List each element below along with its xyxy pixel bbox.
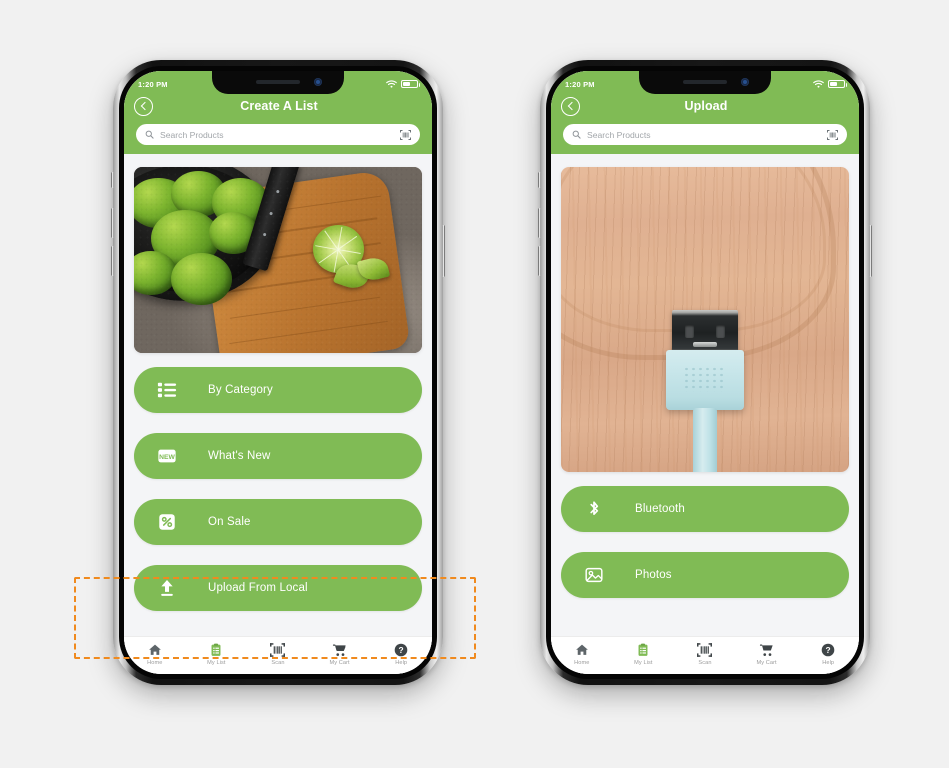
new-badge-icon: NEW (156, 445, 178, 467)
tab-my-list-label: My List (207, 660, 226, 666)
shopping-cart-icon (332, 642, 347, 658)
screenshot-canvas: Create A List Search Products By Categor… (0, 0, 949, 768)
bluetooth-label: Bluetooth (635, 503, 685, 515)
shopping-cart-icon (759, 642, 774, 658)
left-phone-screen: Create A List Search Products By Categor… (124, 71, 432, 674)
action-button-list: By Category NEW What's New On Sale Uploa… (134, 367, 422, 611)
whats-new-label: What's New (208, 450, 271, 462)
tab-my-cart-label: My Cart (756, 660, 777, 666)
phone-notch (212, 71, 344, 94)
app-body: Upload Search Products Bluetooth Photos … (551, 71, 859, 674)
tab-home[interactable]: Home (133, 642, 177, 666)
bluetooth-icon (583, 498, 605, 520)
clipboard-list-icon (209, 642, 223, 658)
status-time: 1:20 PM (138, 79, 168, 89)
svg-text:NEW: NEW (159, 454, 175, 461)
by-category-label: By Category (208, 384, 273, 396)
tab-help-label: Help (395, 660, 408, 666)
earpiece-speaker (256, 80, 300, 84)
tab-scan[interactable]: Scan (683, 642, 727, 666)
search-input[interactable]: Search Products (136, 124, 420, 145)
usb-cable-photo (561, 167, 849, 472)
right-phone-mockup: Upload Search Products Bluetooth Photos … (538, 60, 872, 685)
volume-up-button[interactable] (111, 208, 114, 238)
volume-down-button[interactable] (111, 246, 114, 276)
barcode-scan-icon (697, 642, 713, 658)
search-placeholder-text: Search Products (587, 129, 651, 140)
barcode-scan-icon (270, 642, 286, 658)
tab-scan[interactable]: Scan (256, 642, 300, 666)
bottom-tab-bar: Home My List Scan My Cart ? Help (124, 636, 432, 674)
photos-label: Photos (635, 569, 672, 581)
search-icon (572, 130, 581, 139)
barcode-scan-icon[interactable] (400, 129, 411, 140)
search-icon (145, 130, 154, 139)
question-help-icon: ? (394, 642, 408, 658)
phone-notch (639, 71, 771, 94)
photo-image-icon (583, 564, 605, 586)
search-input[interactable]: Search Products (563, 124, 847, 145)
search-placeholder-text: Search Products (160, 129, 224, 140)
barcode-scan-icon[interactable] (827, 129, 838, 140)
home-icon (575, 642, 589, 658)
left-phone-mockup: Create A List Search Products By Categor… (111, 60, 445, 685)
action-button-list: Bluetooth Photos (561, 486, 849, 598)
question-help-icon: ? (821, 642, 835, 658)
svg-text:?: ? (826, 645, 831, 655)
list-bullets-icon (156, 379, 178, 401)
scroll-content: By Category NEW What's New On Sale Uploa… (124, 154, 432, 636)
front-camera-icon (741, 78, 749, 86)
volume-down-button[interactable] (538, 246, 541, 276)
tab-my-list[interactable]: My List (194, 642, 238, 666)
tab-home-label: Home (147, 660, 163, 666)
tab-home[interactable]: Home (560, 642, 604, 666)
tab-my-cart-label: My Cart (329, 660, 350, 666)
silent-switch-button[interactable] (111, 172, 114, 188)
power-button[interactable] (442, 225, 445, 277)
status-time: 1:20 PM (565, 79, 595, 89)
page-title: Upload (684, 99, 728, 113)
volume-up-button[interactable] (538, 208, 541, 238)
tab-help[interactable]: ? Help (379, 642, 423, 666)
by-category-button[interactable]: By Category (134, 367, 422, 413)
tab-scan-label: Scan (271, 660, 285, 666)
upload-from-local-label: Upload From Local (208, 582, 308, 594)
right-phone-screen: Upload Search Products Bluetooth Photos … (551, 71, 859, 674)
on-sale-label: On Sale (208, 516, 251, 528)
tab-my-list-label: My List (634, 660, 653, 666)
earpiece-speaker (683, 80, 727, 84)
tab-help[interactable]: ? Help (806, 642, 850, 666)
bottom-tab-bar: Home My List Scan My Cart ? Help (551, 636, 859, 674)
battery-icon (828, 80, 847, 88)
upload-from-local-button[interactable]: Upload From Local (134, 565, 422, 611)
upload-arrow-icon (156, 577, 178, 599)
tab-my-list[interactable]: My List (621, 642, 665, 666)
page-title: Create A List (240, 99, 318, 113)
wifi-icon (386, 80, 397, 88)
scroll-content: Bluetooth Photos (551, 154, 859, 636)
tab-scan-label: Scan (698, 660, 712, 666)
whats-new-button[interactable]: NEW What's New (134, 433, 422, 479)
front-camera-icon (314, 78, 322, 86)
battery-icon (401, 80, 420, 88)
percent-tag-icon (156, 511, 178, 533)
tab-home-label: Home (574, 660, 590, 666)
silent-switch-button[interactable] (538, 172, 541, 188)
limes-in-pan-photo (134, 167, 422, 353)
tab-my-cart[interactable]: My Cart (318, 642, 362, 666)
svg-text:?: ? (399, 645, 404, 655)
on-sale-button[interactable]: On Sale (134, 499, 422, 545)
tab-my-cart[interactable]: My Cart (745, 642, 789, 666)
bluetooth-button[interactable]: Bluetooth (561, 486, 849, 532)
tab-help-label: Help (822, 660, 835, 666)
home-icon (148, 642, 162, 658)
photos-button[interactable]: Photos (561, 552, 849, 598)
wifi-icon (813, 80, 824, 88)
power-button[interactable] (869, 225, 872, 277)
app-body: Create A List Search Products By Categor… (124, 71, 432, 674)
clipboard-list-icon (636, 642, 650, 658)
